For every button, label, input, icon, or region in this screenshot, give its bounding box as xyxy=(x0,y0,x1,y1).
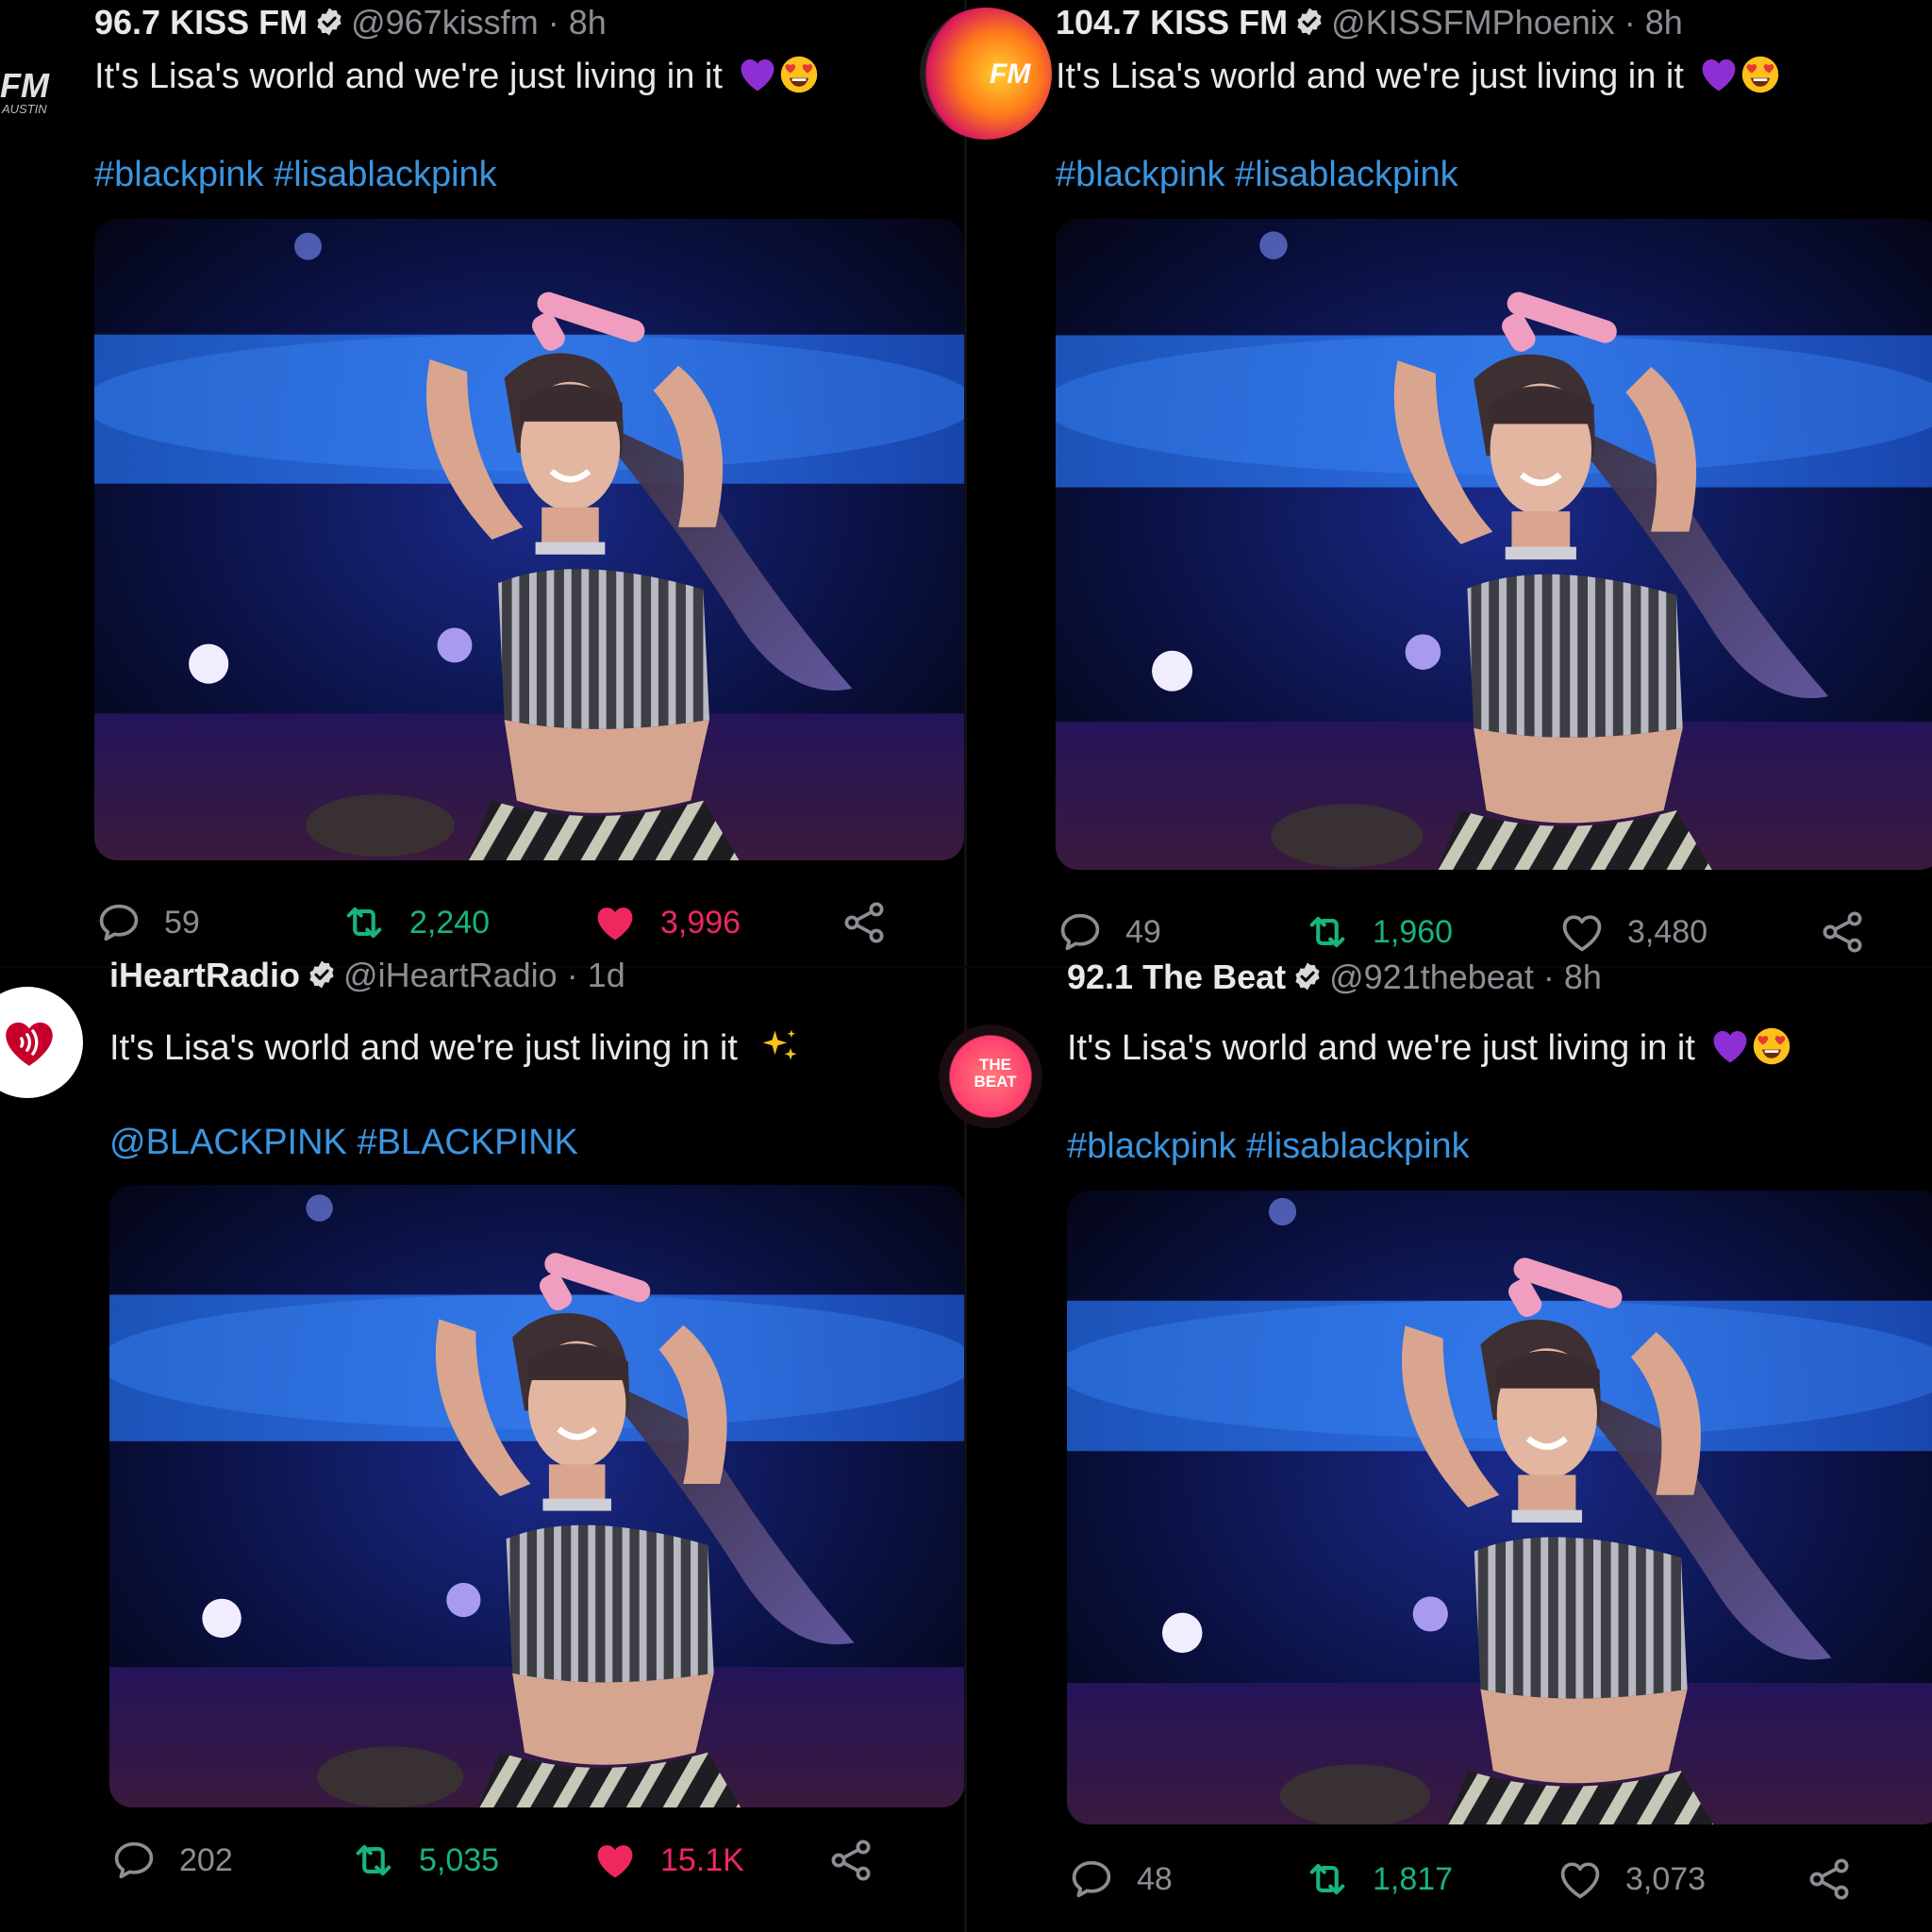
purple-heart-emoji-icon xyxy=(1698,54,1740,95)
hashtags[interactable]: #blackpink #lisablackpink xyxy=(1056,151,1458,198)
display-name[interactable]: iHeartRadio xyxy=(109,956,300,994)
retweet-icon xyxy=(349,1836,398,1885)
avatar-logo-text: FM xyxy=(0,66,49,105)
retweet-icon xyxy=(1303,1855,1352,1904)
like-button[interactable]: 15.1K xyxy=(591,1832,744,1889)
timestamp[interactable]: · 1d xyxy=(567,956,625,994)
verified-badge-icon xyxy=(1293,6,1325,38)
retweet-button[interactable]: 5,035 xyxy=(349,1832,499,1889)
tweet-text: It's Lisa's world and we're just living … xyxy=(1056,57,1684,96)
share-icon xyxy=(840,898,889,947)
like-icon xyxy=(1556,1855,1605,1904)
handle[interactable]: @KISSFMPhoenix xyxy=(1331,3,1615,42)
reply-icon xyxy=(94,898,143,947)
retweet-icon xyxy=(1303,908,1352,957)
heart-eyes-emoji-icon xyxy=(1740,54,1781,95)
tweet-text: It's Lisa's world and we're just living … xyxy=(94,57,723,96)
verified-badge-icon xyxy=(306,958,338,991)
reply-icon xyxy=(1056,908,1105,957)
share-button[interactable] xyxy=(840,894,909,951)
display-name[interactable]: 96.7 KISS FM xyxy=(94,3,308,42)
concert-photo xyxy=(109,1185,964,1807)
heart-eyes-emoji-icon xyxy=(1751,1025,1792,1067)
verified-badge-icon xyxy=(1291,960,1324,992)
like-count: 3,480 xyxy=(1627,913,1708,950)
tweet-text: It's Lisa's world and we're just living … xyxy=(109,1028,738,1068)
reply-icon xyxy=(109,1836,158,1885)
retweet-count: 1,960 xyxy=(1373,913,1454,950)
reply-icon xyxy=(1067,1855,1116,1904)
retweet-button[interactable]: 1,960 xyxy=(1303,904,1453,960)
reply-count: 202 xyxy=(179,1841,233,1878)
retweet-button[interactable]: 1,817 xyxy=(1303,1851,1453,1907)
tweet-card[interactable]: THE BEAT 92.1 The Beat @921thebeat · 8h I… xyxy=(939,958,1932,1932)
reply-count: 49 xyxy=(1125,913,1161,950)
hashtags[interactable]: #blackpink #lisablackpink xyxy=(94,151,497,198)
purple-heart-emoji-icon xyxy=(1709,1025,1751,1067)
share-button[interactable] xyxy=(826,1832,896,1889)
timestamp[interactable]: · 8h xyxy=(1624,3,1683,42)
sparkles-emoji-icon xyxy=(759,1025,801,1067)
like-button[interactable]: 3,073 xyxy=(1556,1851,1706,1907)
avatar[interactable]: FM AUSTIN xyxy=(0,38,66,142)
like-count: 15.1K xyxy=(660,1841,744,1878)
retweet-icon xyxy=(340,898,389,947)
retweet-count: 2,240 xyxy=(409,904,491,941)
concert-photo xyxy=(1067,1191,1932,1824)
iheart-logo-icon xyxy=(6,1022,53,1066)
verified-badge-icon xyxy=(313,6,345,38)
like-count: 3,073 xyxy=(1625,1860,1707,1897)
reply-count: 48 xyxy=(1137,1860,1173,1897)
tweet-card[interactable]: FM 104.7 KISS FM @KISSFMPhoenix · 8h It's… xyxy=(920,0,1932,966)
avatar-logo-text: FM xyxy=(990,58,1031,90)
like-icon xyxy=(591,898,640,947)
like-icon xyxy=(591,1836,640,1885)
like-button[interactable]: 3,480 xyxy=(1557,904,1707,960)
tweet-text: It's Lisa's world and we're just living … xyxy=(1067,1028,1695,1068)
like-icon xyxy=(1557,908,1607,957)
share-button[interactable] xyxy=(1805,1851,1874,1907)
avatar[interactable]: THE BEAT xyxy=(939,1024,1042,1128)
tweet-photo[interactable] xyxy=(94,219,964,860)
tweet-photo[interactable] xyxy=(109,1185,964,1807)
share-icon xyxy=(1818,908,1867,957)
retweet-count: 5,035 xyxy=(419,1841,500,1878)
share-icon xyxy=(826,1836,875,1885)
display-name[interactable]: 92.1 The Beat xyxy=(1067,958,1286,996)
avatar-logo-subtext: AUSTIN xyxy=(2,102,47,116)
reply-button[interactable]: 49 xyxy=(1056,904,1161,960)
display-name[interactable]: 104.7 KISS FM xyxy=(1056,3,1288,42)
mentions-and-hashtags[interactable]: @BLACKPINK #BLACKPINK xyxy=(109,1119,578,1166)
reply-button[interactable]: 59 xyxy=(94,894,200,951)
timestamp[interactable]: · 8h xyxy=(1543,958,1602,996)
handle[interactable]: @iHeartRadio xyxy=(343,956,558,994)
heart-eyes-emoji-icon xyxy=(778,54,820,95)
hashtags[interactable]: #blackpink #lisablackpink xyxy=(1067,1123,1470,1170)
share-icon xyxy=(1805,1855,1854,1904)
tweet-photo[interactable] xyxy=(1056,219,1932,870)
reply-count: 59 xyxy=(164,904,200,941)
like-count: 3,996 xyxy=(660,904,741,941)
tweet-photo[interactable] xyxy=(1067,1191,1932,1824)
avatar[interactable] xyxy=(0,987,83,1098)
share-button[interactable] xyxy=(1818,904,1888,960)
timestamp[interactable]: · 8h xyxy=(548,3,607,42)
handle[interactable]: @967kissfm xyxy=(351,3,539,42)
tweet-card[interactable]: FM AUSTIN 96.7 KISS FM @967kissfm · 8h It… xyxy=(0,0,964,966)
like-button[interactable]: 3,996 xyxy=(591,894,741,951)
retweet-button[interactable]: 2,240 xyxy=(340,894,490,951)
purple-heart-emoji-icon xyxy=(737,54,778,95)
concert-photo xyxy=(1056,219,1932,870)
avatar[interactable]: FM xyxy=(920,8,1052,140)
retweet-count: 1,817 xyxy=(1373,1860,1454,1897)
handle[interactable]: @921thebeat xyxy=(1329,958,1534,996)
concert-photo xyxy=(94,219,964,860)
tweet-card[interactable]: iHeartRadio @iHeartRadio · 1d It's Lisa's… xyxy=(0,956,964,1932)
reply-button[interactable]: 202 xyxy=(109,1832,233,1889)
avatar-logo-text: THE BEAT xyxy=(974,1056,1017,1091)
reply-button[interactable]: 48 xyxy=(1067,1851,1173,1907)
